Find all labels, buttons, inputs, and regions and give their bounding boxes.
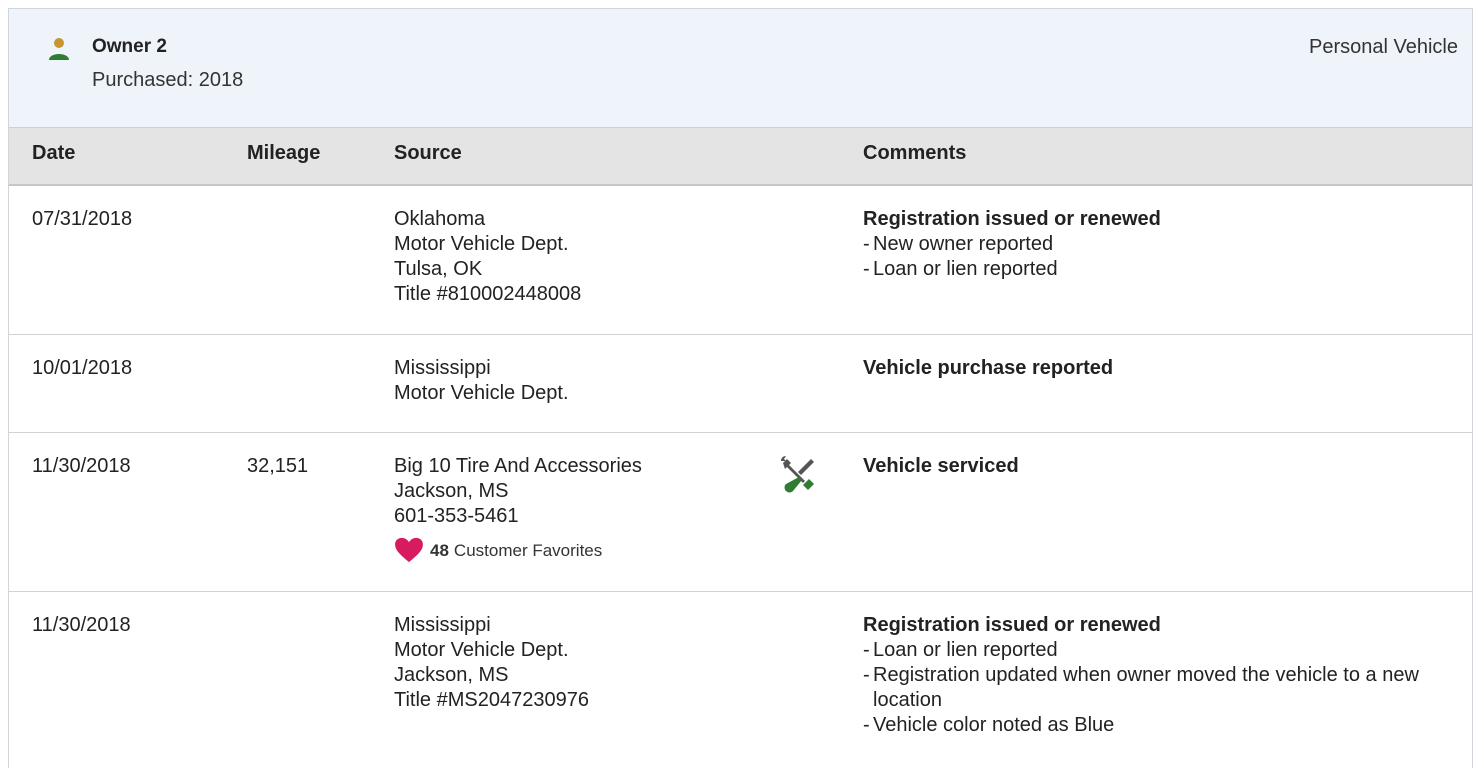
source-line[interactable]: 601-353-5461 xyxy=(394,504,642,529)
source-line: Tulsa, OK xyxy=(394,258,483,280)
person-icon xyxy=(49,38,69,60)
row-comments: Registration issued or renewed Loan or l… xyxy=(863,613,1459,738)
favorites-count: 48 xyxy=(430,540,449,560)
favorites-label: Customer Favorites xyxy=(453,540,603,560)
row-comments: Vehicle serviced xyxy=(863,454,1019,479)
comment-item: Registration updated when owner moved th… xyxy=(863,663,1459,713)
row-date: 11/30/2018 xyxy=(32,614,131,636)
vehicle-type: Personal Vehicle xyxy=(1309,36,1458,58)
source-line: Mississippi xyxy=(394,357,491,379)
source-line: Jackson, MS xyxy=(394,664,509,686)
row-source: Mississippi Motor Vehicle Dept. Jackson,… xyxy=(394,613,589,713)
owner-history-card: Owner 2 Purchased: 2018 Personal Vehicle… xyxy=(8,8,1473,768)
header-comments: Comments xyxy=(863,142,967,164)
wrench-screwdriver-icon xyxy=(781,456,814,493)
row-source: Oklahoma Motor Vehicle Dept. Tulsa, OK T… xyxy=(394,207,581,307)
table-row: 11/30/2018 Mississippi Motor Vehicle Dep… xyxy=(9,592,1472,768)
owner-header: Owner 2 Purchased: 2018 Personal Vehicle xyxy=(9,9,1472,128)
comment-item: Vehicle color noted as Blue xyxy=(863,713,1459,738)
comment-item: New owner reported xyxy=(863,232,1459,257)
row-date: 11/30/2018 xyxy=(32,455,131,477)
row-comments: Registration issued or renewed New owner… xyxy=(863,207,1459,282)
source-line: Jackson, MS xyxy=(394,480,509,502)
comment-title: Vehicle purchase reported xyxy=(863,357,1114,379)
table-row: 10/01/2018 Mississippi Motor Vehicle Dep… xyxy=(9,335,1472,433)
customer-favorites[interactable]: 48 Customer Favorites xyxy=(394,537,642,563)
source-line: Oklahoma xyxy=(394,208,486,230)
row-date: 10/01/2018 xyxy=(32,357,133,379)
row-date: 07/31/2018 xyxy=(32,208,133,230)
comment-title: Registration issued or renewed xyxy=(863,208,1161,230)
comment-title: Vehicle serviced xyxy=(863,455,1019,477)
owner-title: Owner 2 xyxy=(92,36,167,57)
source-line: Motor Vehicle Dept. xyxy=(394,382,569,404)
source-line: Mississippi xyxy=(394,614,491,636)
table-header: Date Mileage Source Comments xyxy=(9,128,1472,186)
source-line: Title #MS2047230976 xyxy=(394,689,589,711)
heart-icon xyxy=(395,537,423,563)
header-date: Date xyxy=(32,142,76,164)
comment-title: Registration issued or renewed xyxy=(863,614,1161,636)
source-line: Motor Vehicle Dept. xyxy=(394,233,569,255)
source-line[interactable]: Big 10 Tire And Accessories xyxy=(394,454,642,479)
table-row: 11/30/2018 32,151 Big 10 Tire And Access… xyxy=(9,433,1472,592)
row-mileage: 32,151 xyxy=(247,455,309,477)
source-line: Title #810002448008 xyxy=(394,283,582,305)
row-comments: Vehicle purchase reported xyxy=(863,356,1113,381)
comment-item: Loan or lien reported xyxy=(863,257,1459,282)
header-mileage: Mileage xyxy=(247,142,321,164)
owner-purchased: Purchased: 2018 xyxy=(92,69,244,91)
table-row: 07/31/2018 Oklahoma Motor Vehicle Dept. … xyxy=(9,186,1472,335)
header-source: Source xyxy=(394,142,462,164)
row-source: Big 10 Tire And Accessories Jackson, MS … xyxy=(394,454,642,563)
row-source: Mississippi Motor Vehicle Dept. xyxy=(394,356,569,406)
source-line: Motor Vehicle Dept. xyxy=(394,639,569,661)
comment-item: Loan or lien reported xyxy=(863,638,1459,663)
